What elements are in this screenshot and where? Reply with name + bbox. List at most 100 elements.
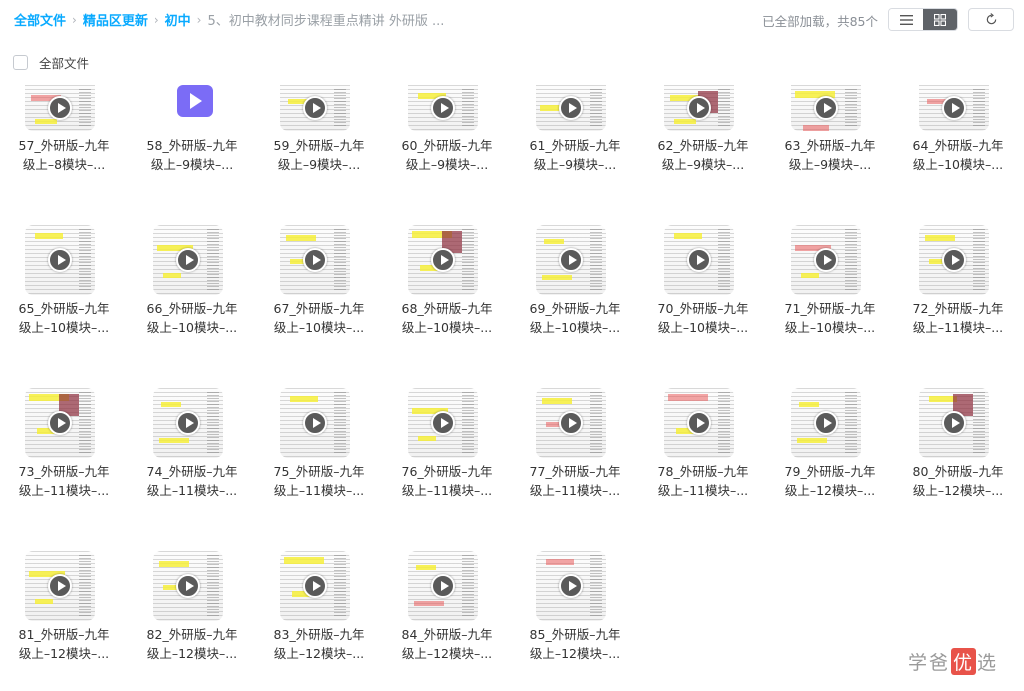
file-name-line-2: 级上–10模块–... (784, 320, 876, 335)
play-icon (303, 411, 327, 435)
file-name-line-1: 69_外研版–九年 (529, 301, 621, 316)
select-all[interactable]: 全部文件 (13, 53, 89, 72)
file-name-line-1: 78_外研版–九年 (657, 464, 749, 479)
file-name: 74_外研版–九年 级上–11模块–... (128, 462, 256, 500)
file-item[interactable]: 73_外研版–九年 级上–11模块–... (0, 388, 120, 508)
file-item[interactable]: 61_外研版–九年 级上–9模块–... (511, 85, 631, 205)
video-thumbnail (408, 225, 478, 295)
file-item[interactable]: 76_外研版–九年 级上–11模块–... (383, 388, 503, 508)
file-name-line-1: 73_外研版–九年 (18, 464, 110, 479)
file-name-line-1: 64_外研版–九年 (912, 138, 1004, 153)
file-name-line-2: 级上–10模块–... (146, 320, 238, 335)
file-name-line-1: 80_外研版–九年 (912, 464, 1004, 479)
play-icon (814, 411, 838, 435)
play-icon (942, 411, 966, 435)
file-item[interactable]: 83_外研版–九年 级上–12模块–... (255, 551, 375, 671)
file-name-line-1: 59_外研版–九年 (273, 138, 365, 153)
file-name: 76_外研版–九年 级上–11模块–... (383, 462, 511, 500)
file-item[interactable]: 81_外研版–九年 级上–12模块–... (0, 551, 120, 671)
file-item[interactable]: 59_外研版–九年 级上–9模块–... (255, 85, 375, 205)
play-icon (176, 574, 200, 598)
grid-view-button[interactable] (923, 9, 957, 30)
file-name-line-2: 级上–12模块–... (18, 646, 110, 661)
file-name-line-2: 级上–12模块–... (401, 646, 493, 661)
file-name: 73_外研版–九年 级上–11模块–... (0, 462, 128, 500)
play-icon (48, 411, 72, 435)
file-item[interactable]: 66_外研版–九年 级上–10模块–... (128, 225, 248, 345)
play-icon (559, 248, 583, 272)
file-name-line-2: 级上–9模块–... (150, 157, 234, 172)
watermark-badge: 优 (951, 648, 977, 675)
file-name-line-1: 67_外研版–九年 (273, 301, 365, 316)
list-view-button[interactable] (889, 9, 923, 30)
file-name-line-2: 级上–10模块–... (529, 320, 621, 335)
file-item[interactable]: 65_外研版–九年 级上–10模块–... (0, 225, 120, 345)
file-name: 64_外研版–九年 级上–10模块–... (894, 136, 1022, 174)
file-name-line-2: 级上–12模块–... (784, 483, 876, 498)
file-item[interactable]: 70_外研版–九年 级上–10模块–... (639, 225, 759, 345)
breadcrumb-item-junior-high[interactable]: 初中 (165, 10, 191, 29)
file-item[interactable]: 79_外研版–九年 级上–12模块–... (766, 388, 886, 508)
file-item[interactable]: 82_外研版–九年 级上–12模块–... (128, 551, 248, 671)
file-name: 79_外研版–九年 级上–12模块–... (766, 462, 894, 500)
play-icon (431, 248, 455, 272)
play-icon (942, 96, 966, 120)
play-icon (48, 248, 72, 272)
file-name-line-2: 级上–10模块–... (401, 320, 493, 335)
file-item[interactable]: 68_外研版–九年 级上–10模块–... (383, 225, 503, 345)
file-item[interactable]: 63_外研版–九年 级上–9模块–... (766, 85, 886, 205)
file-item[interactable]: 75_外研版–九年 级上–11模块–... (255, 388, 375, 508)
file-name-line-1: 63_外研版–九年 (784, 138, 876, 153)
file-item[interactable]: 62_外研版–九年 级上–9模块–... (639, 85, 759, 205)
video-thumbnail (536, 85, 606, 131)
file-name: 81_外研版–九年 级上–12模块–... (0, 625, 128, 663)
play-icon (814, 248, 838, 272)
video-thumbnail (408, 388, 478, 458)
file-name-line-2: 级上–11模块–... (657, 483, 749, 498)
file-item[interactable]: 85_外研版–九年 级上–12模块–... (511, 551, 631, 671)
file-item[interactable]: 74_外研版–九年 级上–11模块–... (128, 388, 248, 508)
file-name-line-1: 61_外研版–九年 (529, 138, 621, 153)
file-name: 70_外研版–九年 级上–10模块–... (639, 299, 767, 337)
file-name-line-1: 57_外研版–九年 (18, 138, 110, 153)
file-item[interactable]: 77_外研版–九年 级上–11模块–... (511, 388, 631, 508)
chevron-right-icon: › (196, 12, 202, 27)
play-icon (559, 574, 583, 598)
file-name-line-1: 68_外研版–九年 (401, 301, 493, 316)
file-name: 66_外研版–九年 级上–10模块–... (128, 299, 256, 337)
video-thumbnail (791, 388, 861, 458)
select-all-checkbox[interactable] (13, 55, 28, 70)
file-item[interactable]: 58_外研版–九年 级上–9模块–... (128, 85, 248, 205)
play-icon (559, 96, 583, 120)
file-item[interactable]: 67_外研版–九年 级上–10模块–... (255, 225, 375, 345)
video-file-icon (177, 85, 213, 117)
file-name-line-2: 级上–9模块–... (533, 157, 617, 172)
file-name: 68_外研版–九年 级上–10模块–... (383, 299, 511, 337)
file-item[interactable]: 80_外研版–九年 级上–12模块–... (894, 388, 1014, 508)
file-name: 71_外研版–九年 级上–10模块–... (766, 299, 894, 337)
file-name-line-2: 级上–10模块–... (18, 320, 110, 335)
top-bar: 全部文件 › 精品区更新 › 初中 › 5、初中教材同步课程重点精讲 外研版 .… (0, 0, 1024, 40)
refresh-button[interactable] (968, 8, 1014, 31)
video-thumbnail (536, 225, 606, 295)
file-name: 65_外研版–九年 级上–10模块–... (0, 299, 128, 337)
file-name: 60_外研版–九年 级上–9模块–... (383, 136, 511, 174)
video-thumbnail (280, 225, 350, 295)
breadcrumb-item-premium-updates[interactable]: 精品区更新 (83, 10, 148, 29)
file-item[interactable]: 64_外研版–九年 级上–10模块–... (894, 85, 1014, 205)
file-item[interactable]: 71_外研版–九年 级上–10模块–... (766, 225, 886, 345)
file-name: 57_外研版–九年 级上–8模块–... (0, 136, 128, 174)
file-item[interactable]: 69_外研版–九年 级上–10模块–... (511, 225, 631, 345)
file-name-line-1: 74_外研版–九年 (146, 464, 238, 479)
play-icon (303, 248, 327, 272)
file-name: 78_外研版–九年 级上–11模块–... (639, 462, 767, 500)
video-thumbnail (536, 388, 606, 458)
file-item[interactable]: 84_外研版–九年 级上–12模块–... (383, 551, 503, 671)
file-name: 85_外研版–九年 级上–12模块–... (511, 625, 639, 663)
breadcrumb-item-all-files[interactable]: 全部文件 (14, 10, 66, 29)
file-name-line-2: 级上–9模块–... (405, 157, 489, 172)
file-item[interactable]: 72_外研版–九年 级上–11模块–... (894, 225, 1014, 345)
file-item[interactable]: 57_外研版–九年 级上–8模块–... (0, 85, 120, 205)
file-item[interactable]: 78_外研版–九年 级上–11模块–... (639, 388, 759, 508)
file-item[interactable]: 60_外研版–九年 级上–9模块–... (383, 85, 503, 205)
